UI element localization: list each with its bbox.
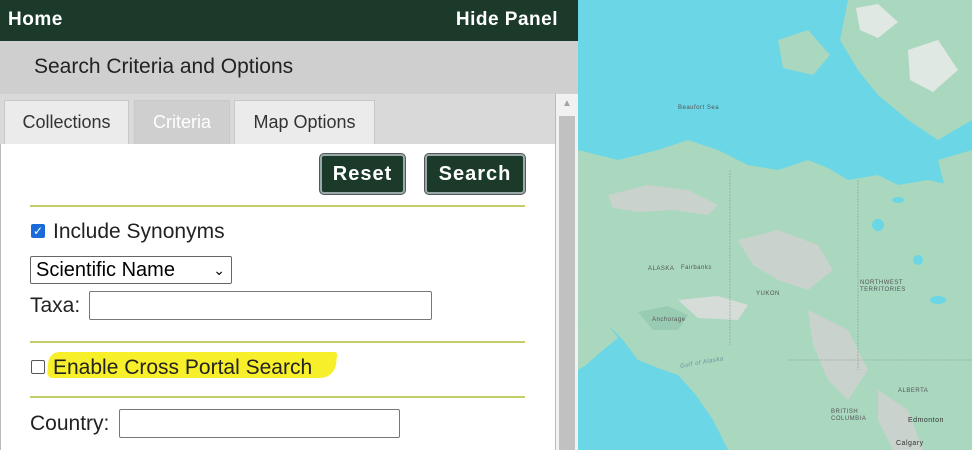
- map-label-calgary: Calgary: [896, 440, 924, 447]
- country-input[interactable]: [119, 409, 400, 438]
- include-synonyms-checkbox[interactable]: ✓: [31, 224, 45, 238]
- map-label-alaska: ALASKA: [648, 266, 675, 272]
- taxon-type-selected: Scientific Name: [36, 259, 175, 281]
- chevron-down-icon: ⌄: [213, 262, 225, 278]
- taxa-input[interactable]: [89, 291, 432, 320]
- divider: [30, 205, 525, 207]
- include-synonyms-label: Include Synonyms: [53, 220, 225, 243]
- tab-criteria[interactable]: Criteria: [134, 100, 230, 144]
- map-label-edmonton: Edmonton: [908, 417, 944, 424]
- search-panel: Home Hide Panel Search Criteria and Opti…: [0, 0, 578, 450]
- map-label-alberta: ALBERTA: [898, 388, 929, 394]
- map-label-anchorage: Anchorage: [652, 317, 686, 323]
- panel-title-bar[interactable]: Search Criteria and Options: [0, 41, 578, 94]
- map-label-beaufort-sea: Beaufort Sea: [678, 105, 720, 111]
- country-label: Country:: [30, 412, 110, 435]
- cross-portal-checkbox[interactable]: [31, 360, 45, 374]
- scrollbar-thumb[interactable]: [559, 116, 575, 450]
- map-label-fairbanks: Fairbanks: [681, 265, 712, 271]
- taxa-label: Taxa:: [30, 294, 81, 317]
- map-label-yukon: YUKON: [756, 291, 780, 297]
- home-link[interactable]: Home: [8, 9, 63, 31]
- cross-portal-label: Enable Cross Portal Search: [53, 356, 313, 379]
- hide-panel-link[interactable]: Hide Panel: [456, 9, 558, 31]
- search-button[interactable]: Search: [425, 154, 525, 194]
- divider: [30, 341, 525, 343]
- top-bar: Home Hide Panel: [0, 0, 578, 41]
- map-view[interactable]: Beaufort Sea ALASKA Fairbanks YUKON NORT…: [578, 0, 972, 450]
- map-label-british-columbia: BRITISH COLUMBIA: [831, 409, 867, 422]
- tab-map-options[interactable]: Map Options: [234, 100, 375, 144]
- tab-bar: Collections Criteria Map Options: [0, 94, 556, 144]
- map-terrain: [578, 0, 972, 450]
- reset-button[interactable]: Reset: [320, 154, 405, 194]
- scroll-up-arrow-icon[interactable]: ▲: [556, 94, 578, 114]
- map-label-northwest-territories: NORTHWEST TERRITORIES: [860, 280, 906, 293]
- taxon-type-select[interactable]: Scientific Name ⌄: [30, 256, 232, 284]
- panel-title: Search Criteria and Options: [34, 55, 294, 78]
- panel-scrollbar[interactable]: ▲: [556, 94, 578, 450]
- divider: [30, 396, 525, 398]
- tab-collections[interactable]: Collections: [4, 100, 129, 144]
